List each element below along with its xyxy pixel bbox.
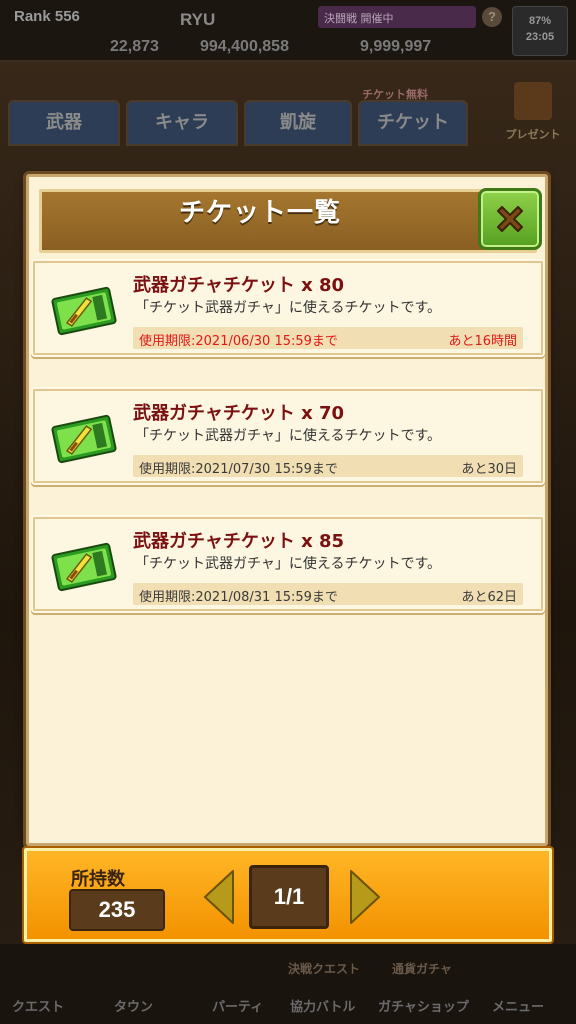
weapon-ticket-icon xyxy=(51,286,117,336)
event-banner: 決闘戦 開催中 xyxy=(318,6,476,28)
ticket-description: 「チケット武器ガチャ」に使えるチケットです。 xyxy=(135,428,442,444)
dialog-title: チケット一覧 xyxy=(178,198,341,228)
time-remaining: あと62日 xyxy=(461,590,517,605)
bottom-nav: 決戦クエスト 通貨ガチャ クエスト タウン パーティ 協力バトル ガチャショップ… xyxy=(0,944,576,1024)
ticket-list-dialog: チケット一覧 武器ガチャチケット x 80 「チケット武器ガチャ」に使えるチケッ… xyxy=(26,174,548,846)
next-page-icon[interactable] xyxy=(347,867,383,927)
dialog-header: チケット一覧 xyxy=(39,188,542,253)
weapon-ticket-icon xyxy=(51,414,117,464)
battery-level: 87% xyxy=(528,15,552,27)
list-item[interactable]: 武器ガチャチケット x 80 「チケット武器ガチャ」に使えるチケットです。 使用… xyxy=(33,261,543,355)
nav-menu: メニュー xyxy=(492,1000,545,1015)
page-indicator: 1/1 xyxy=(249,865,329,929)
ticket-name: 武器ガチャチケット x 80 xyxy=(133,275,345,296)
tab-ticket: チケット xyxy=(358,100,468,146)
tab-weapon: 武器 xyxy=(8,100,120,146)
nav-town: タウン xyxy=(114,1000,154,1015)
player-rank: Rank 556 xyxy=(14,8,80,25)
owned-count: 235 xyxy=(69,889,165,931)
ticket-list[interactable]: 武器ガチャチケット x 80 「チケット武器ガチャ」に使えるチケットです。 使用… xyxy=(29,261,545,841)
ticket-footer: 所持数 235 1/1 xyxy=(24,848,552,942)
ticket-name: 武器ガチャチケット x 70 xyxy=(133,403,345,424)
ticket-description: 「チケット武器ガチャ」に使えるチケットです。 xyxy=(135,556,442,572)
present-button: プレゼント xyxy=(496,78,570,148)
prev-page-icon[interactable] xyxy=(201,867,237,927)
device-status: 87% 23:05 xyxy=(512,6,568,56)
nav-coop-battle: 協力バトル xyxy=(290,1000,356,1015)
nav-quest: クエスト xyxy=(12,1000,65,1015)
ticket-name: 武器ガチャチケット x 85 xyxy=(133,531,345,552)
clock: 23:05 xyxy=(525,31,555,43)
expiry-bar: 使用期限:2021/06/30 15:59まで あと16時間 xyxy=(133,327,523,349)
list-item[interactable]: 武器ガチャチケット x 70 「チケット武器ガチャ」に使えるチケットです。 使用… xyxy=(33,389,543,483)
close-button[interactable] xyxy=(478,188,542,250)
currency-row: 22,873 994,400,858 9,999,997 xyxy=(60,38,500,58)
expiry-date: 使用期限:2021/08/31 15:59まで xyxy=(139,590,338,605)
owned-count-label: 所持数 xyxy=(71,869,125,890)
nav-sub-final-quest: 決戦クエスト xyxy=(288,962,361,976)
gem-count: 22,873 xyxy=(110,38,159,55)
weapon-ticket-icon xyxy=(51,542,117,592)
status-header: Rank 556 RYU 決闘戦 開催中 ? 87% 23:05 22,873 … xyxy=(0,0,576,62)
gold-count: 994,400,858 xyxy=(200,38,289,55)
player-name: RYU xyxy=(180,10,216,29)
list-item[interactable]: 武器ガチャチケット x 85 「チケット武器ガチャ」に使えるチケットです。 使用… xyxy=(33,517,543,611)
expiry-date: 使用期限:2021/07/30 15:59まで xyxy=(139,462,338,477)
time-remaining: あと30日 xyxy=(461,462,517,477)
tab-character: キャラ xyxy=(126,100,238,146)
time-remaining: あと16時間 xyxy=(448,334,517,349)
expiry-bar: 使用期限:2021/08/31 15:59まで あと62日 xyxy=(133,583,523,605)
coin-count: 9,999,997 xyxy=(360,38,432,55)
nav-party: パーティ xyxy=(212,1000,264,1015)
gift-icon xyxy=(514,82,552,120)
close-icon xyxy=(497,206,523,232)
present-label: プレゼント xyxy=(505,128,561,141)
ticket-description: 「チケット武器ガチャ」に使えるチケットです。 xyxy=(135,300,442,316)
nav-gacha-shop: ガチャショップ xyxy=(378,1000,469,1015)
expiry-date: 使用期限:2021/06/30 15:59まで xyxy=(139,334,338,349)
expiry-bar: 使用期限:2021/07/30 15:59まで あと30日 xyxy=(133,455,523,477)
background-tabs: 武器 キャラ 凱旋 チケット xyxy=(8,100,468,146)
help-icon: ? xyxy=(482,7,502,27)
nav-sub-currency-gacha: 通貨ガチャ xyxy=(392,962,452,976)
tab-triumph: 凱旋 xyxy=(244,100,352,146)
